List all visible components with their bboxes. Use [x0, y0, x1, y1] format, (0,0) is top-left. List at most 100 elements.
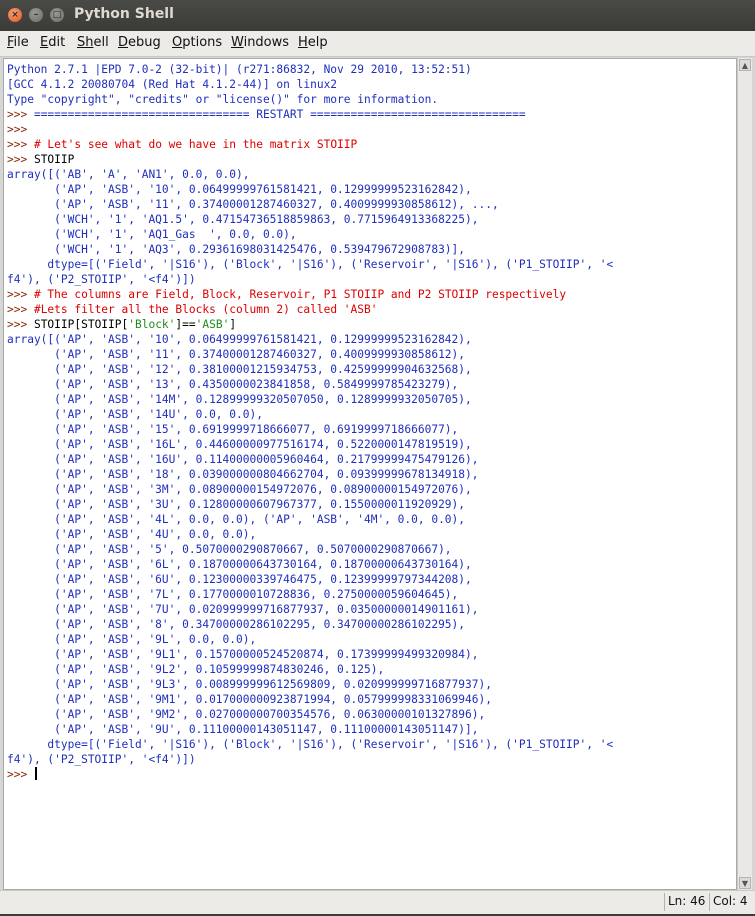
output-text: ('WCH', '1', 'AQ1_Gas ', 0.0, 0.0), — [7, 228, 297, 241]
shell-line: ('AP', 'ASB', '9L2', 0.10599999874830246… — [7, 662, 736, 677]
shell-line: ('AP', 'ASB', '7L', 0.1770000010728836, … — [7, 587, 736, 602]
shell-prompt: >>> — [7, 303, 34, 316]
shell-line: ('AP', 'ASB', '11', 0.3740000128746032​7… — [7, 197, 736, 212]
output-text: ('AP', 'ASB', '13', 0.4350000023841858, … — [7, 378, 459, 391]
line-number: Ln: 46 — [668, 894, 706, 908]
output-text: ('AP', 'ASB', '9L2', 0.10599999874830246… — [7, 663, 385, 676]
output-text: ('AP', 'ASB', '3M', 0.08900000154972076,… — [7, 483, 472, 496]
output-text: Type "copyright", "credits" or "license(… — [7, 93, 439, 106]
shell-line: ('AP', 'ASB', '6L', 0.18700000643730164,… — [7, 557, 736, 572]
shell-output[interactable]: Python 2.7.1 |EPD 7.0-2 (32-bit)| (r271:… — [4, 59, 736, 782]
shell-prompt: >>> — [7, 318, 34, 331]
shell-line: ('AP', 'ASB', '9L3', 0.00899999961256980… — [7, 677, 736, 692]
shell-line: [GCC 4.1.2 20080704 (Red Hat 4.1.2-44)] … — [7, 77, 736, 92]
shell-line: >>> ================================ RES… — [7, 107, 736, 122]
shell-prompt: >>> — [7, 123, 34, 136]
menu-options[interactable]: Options — [172, 35, 222, 50]
shell-line: f4'), ('P2_STOIIP', '<f4')]) — [7, 752, 736, 767]
comment-text: # Let's see what do we have in the matri… — [33, 138, 358, 151]
maximize-icon[interactable]: □ — [50, 8, 64, 22]
menu-windows[interactable]: Windows — [231, 35, 289, 50]
shell-line: ('AP', 'ASB', '13', 0.4350000023841858, … — [7, 377, 736, 392]
shell-prompt: >>> — [7, 768, 34, 781]
output-text: ('AP', 'ASB', '7U', 0.020999999716877937… — [7, 603, 479, 616]
output-text: ('AP', 'ASB', '9L3', 0.00899999961256980… — [7, 678, 492, 691]
shell-prompt: >>> — [7, 108, 34, 121]
input-text: STOIIP — [33, 153, 75, 166]
output-text: ('AP', 'ASB', '8', 0.34700000286102295, … — [7, 618, 466, 631]
shell-line: ('WCH', '1', 'AQ1_Gas ', 0.0, 0.0), — [7, 227, 736, 242]
shell-line: ('WCH', '1', 'AQ3', 0.29361698031425476,… — [7, 242, 736, 257]
minimize-icon[interactable]: – — [29, 8, 43, 22]
scroll-up-arrow-icon[interactable]: ▲ — [739, 59, 751, 71]
shell-line: ('AP', 'ASB', '18', 0.03900000080466270​… — [7, 467, 736, 482]
shell-line: ('AP', 'ASB', '12', 0.38100001215934753,… — [7, 362, 736, 377]
menu-edit[interactable]: Edit — [40, 35, 65, 50]
shell-line: >>> # The columns are Field, Block, Rese… — [7, 287, 736, 302]
close-icon[interactable]: × — [8, 8, 22, 22]
shell-line: ('AP', 'ASB', '7U', 0.020999999716877937… — [7, 602, 736, 617]
menu-debug[interactable]: Debug — [118, 35, 161, 50]
shell-line: f4'), ('P2_STOIIP', '<f4')]) — [7, 272, 736, 287]
shell-line: >>> #Lets filter all the Blocks (column … — [7, 302, 736, 317]
output-text: ('AP', 'ASB', '5', 0.5070000290870667, 0… — [7, 543, 452, 556]
input-text: ] — [229, 318, 237, 331]
output-text: ('AP', 'ASB', '18', 0.03900000080466270​… — [7, 468, 479, 481]
output-text: ('WCH', '1', 'AQ1.5', 0.4715473651885986… — [7, 213, 479, 226]
menu-bar: File Edit Shell Debug Options Windows He… — [0, 31, 755, 57]
shell-line: array([('AP', 'ASB', '10', 0.06499999761… — [7, 332, 736, 347]
shell-line: ('AP', 'ASB', '5', 0.5070000290870667, 0… — [7, 542, 736, 557]
shell-line: ('AP', 'ASB', '9L', 0.0, 0.0), — [7, 632, 736, 647]
output-text: ('AP', 'ASB', '16U', 0.11400000005960464… — [7, 453, 479, 466]
output-text: ('AP', 'ASB', '4L', 0.0, 0.0), ('AP', 'A… — [7, 513, 466, 526]
shell-line: >>> — [7, 122, 736, 137]
output-text: ('AP', 'ASB', '15', 0.691999971866607​7,… — [7, 423, 459, 436]
shell-text-area[interactable]: Python 2.7.1 |EPD 7.0-2 (32-bit)| (r271:… — [3, 58, 737, 890]
shell-line: ('WCH', '1', 'AQ1.5', 0.4715473651885986… — [7, 212, 736, 227]
menu-help[interactable]: Help — [298, 35, 328, 50]
shell-prompt: >>> — [7, 288, 34, 301]
comment-text: # The columns are Field, Block, Reservoi… — [33, 288, 567, 301]
status-divider — [664, 893, 665, 911]
shell-line: ('AP', 'ASB', '10', 0.06499999761581421,… — [7, 182, 736, 197]
shell-line: dtype=[('Field', '|S16'), ('Block', '|S1… — [7, 257, 736, 272]
output-text: ('AP', 'ASB', '11', 0.37400001287460327,… — [7, 348, 466, 361]
shell-line: ('AP', 'ASB', '9M2', 0.02700000070035457… — [7, 707, 736, 722]
menu-shell[interactable]: Shell — [77, 35, 109, 50]
shell-line: ('AP', 'ASB', '15', 0.691999971866607​7,… — [7, 422, 736, 437]
shell-line: ('AP', 'ASB', '9L1', 0.1570000052452087​… — [7, 647, 736, 662]
text-cursor — [34, 767, 37, 780]
output-text: f4'), ('P2_STOIIP', '<f4')]) — [7, 753, 196, 766]
output-text: f4'), ('P2_STOIIP', '<f4')]) — [7, 273, 196, 286]
shell-prompt: >>> — [7, 138, 34, 151]
shell-line: array([('AB', 'A', 'AN1', 0.0, 0.0), — [7, 167, 736, 182]
shell-line: ('AP', 'ASB', '11', 0.37400001287460327,… — [7, 347, 736, 362]
output-text: ('AP', 'ASB', '9L', 0.0, 0.0), — [7, 633, 257, 646]
string-literal: 'ASB' — [195, 318, 230, 331]
window-title: Python Shell — [74, 6, 174, 22]
shell-line: ('AP', 'ASB', '14U', 0.0, 0.0), — [7, 407, 736, 422]
menu-file[interactable]: File — [7, 35, 29, 50]
shell-line: ('AP', 'ASB', '3U', 0.12800000607967377,… — [7, 497, 736, 512]
shell-prompt: >>> — [7, 153, 34, 166]
shell-line: ('AP', 'ASB', '9U', 0.11100000143051147,… — [7, 722, 736, 737]
shell-line: ('AP', 'ASB', '6U', 0.12300000339746475,… — [7, 572, 736, 587]
shell-line: ('AP', 'ASB', '9M1', 0.01700000092387199… — [7, 692, 736, 707]
output-text: ('AP', 'ASB', '3U', 0.12800000607967377,… — [7, 498, 466, 511]
output-text: ('AP', 'ASB', '14M', 0.12899999320507050… — [7, 393, 472, 406]
output-text: ('AP', 'ASB', '12', 0.38100001215934753,… — [7, 363, 472, 376]
output-text: ('AP', 'ASB', '9M1', 0.01700000092387199… — [7, 693, 492, 706]
output-text: ('AP', 'ASB', '9M2', 0.02700000070035457… — [7, 708, 486, 721]
shell-line: ('AP', 'ASB', '16L', 0.44600000977516174… — [7, 437, 736, 452]
scroll-down-arrow-icon[interactable]: ▼ — [739, 877, 751, 889]
shell-line: Type "copyright", "credits" or "license(… — [7, 92, 736, 107]
vertical-scrollbar[interactable]: ▲ ▼ — [737, 58, 752, 890]
shell-line: ('AP', 'ASB', '3M', 0.08900000154972076,… — [7, 482, 736, 497]
output-text: ('AP', 'ASB', '7L', 0.1770000010728836, … — [7, 588, 459, 601]
status-divider — [709, 893, 710, 911]
output-text: ('WCH', '1', 'AQ3', 0.29361698031425476,… — [7, 243, 466, 256]
input-text: STOIIP[STOIIP[ — [33, 318, 129, 331]
output-text: ('AP', 'ASB', '14U', 0.0, 0.0), — [7, 408, 263, 421]
column-number: Col: 4 — [713, 894, 748, 908]
shell-line: dtype=[('Field', '|S16'), ('Block', '|S1… — [7, 737, 736, 752]
